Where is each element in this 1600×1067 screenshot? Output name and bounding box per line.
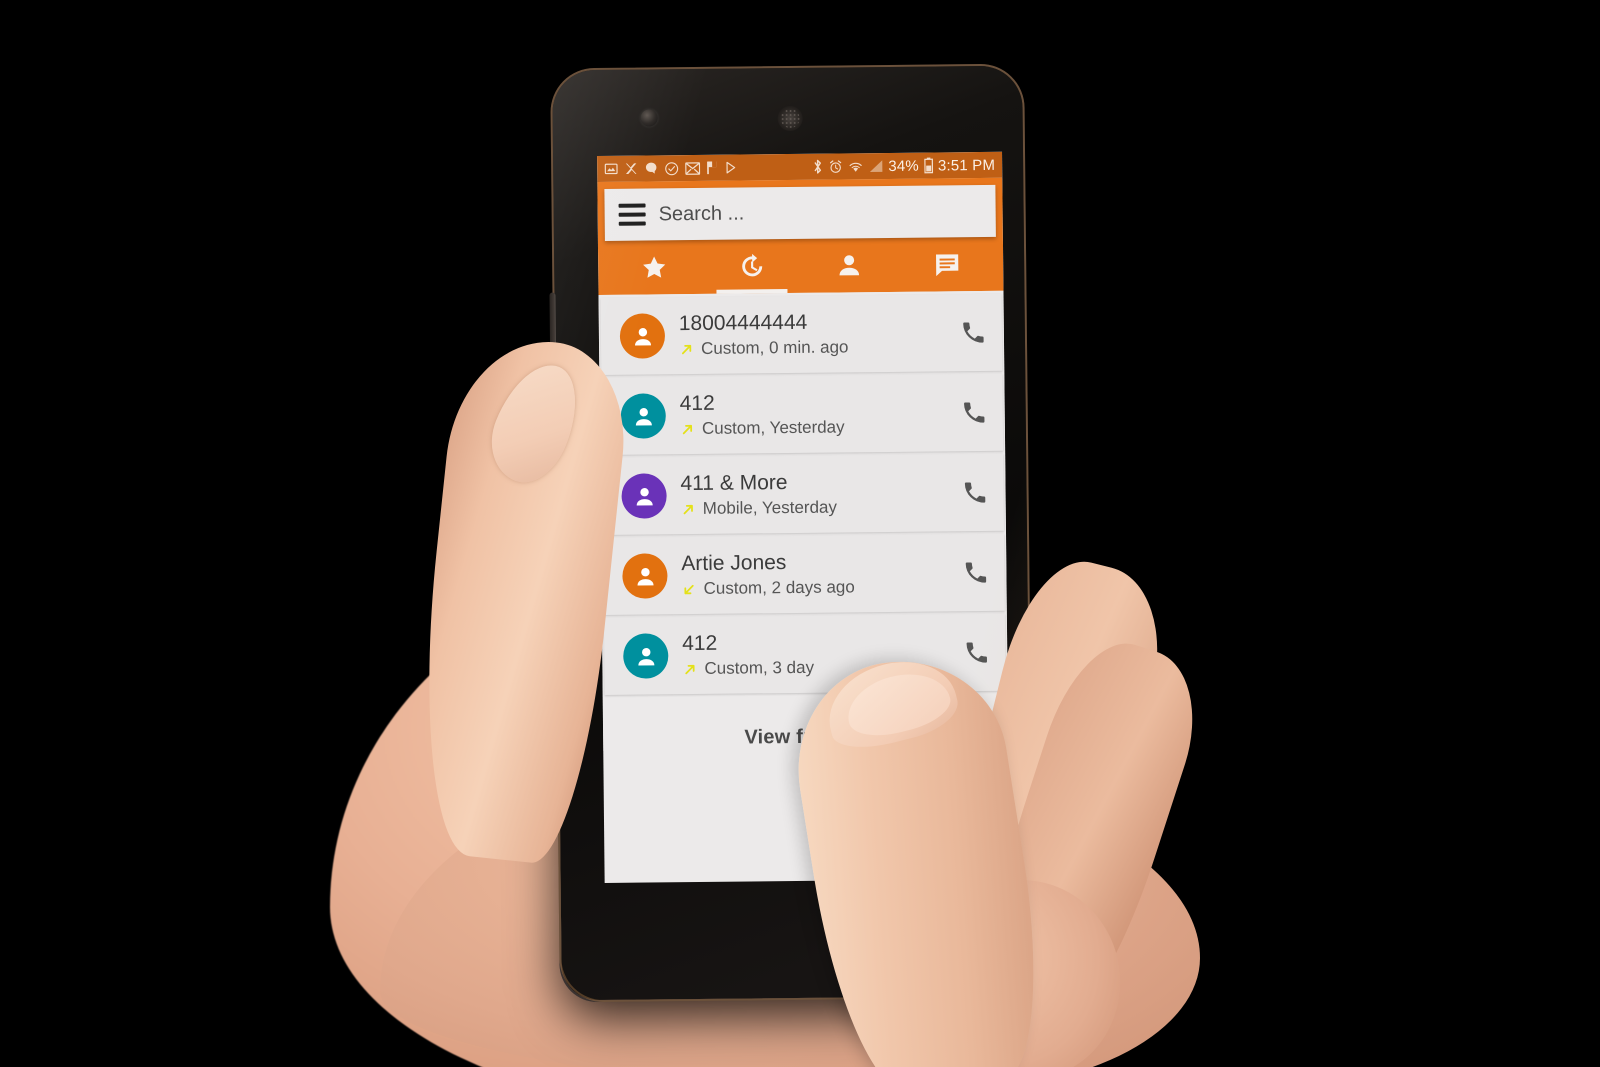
- scene: 34% 3:51 PM Search ... 18004444444 Custo…: [0, 0, 1600, 1067]
- contact-name: 411 & More: [680, 470, 788, 495]
- call-detail: Custom, Yesterday: [701, 417, 845, 439]
- play-store-icon: [724, 161, 738, 175]
- avatar: [621, 473, 667, 519]
- phone-icon[interactable]: [945, 399, 1003, 427]
- email-icon: [685, 161, 701, 175]
- phone-icon[interactable]: [944, 319, 1002, 347]
- table-row[interactable]: 18004444444 Custom, 0 min. ago: [600, 293, 1003, 375]
- row-text: 412 Custom, 3 day: [682, 629, 947, 679]
- tab-favorites[interactable]: [605, 240, 703, 295]
- tab-bar: [605, 237, 997, 295]
- wifi-icon: [848, 160, 863, 173]
- phone-icon[interactable]: [947, 639, 1005, 667]
- row-text: 412 Custom, Yesterday: [680, 389, 945, 439]
- call-detail: Custom, 3 day: [704, 658, 815, 679]
- row-subtitle: Custom, 2 days ago: [681, 577, 946, 600]
- phone-icon[interactable]: [946, 559, 1004, 587]
- call-detail: Custom, 2 days ago: [703, 577, 855, 599]
- row-subtitle: Mobile, Yesterday: [681, 497, 946, 520]
- incoming-call-arrow-icon: [682, 582, 697, 597]
- chat-bubble-icon: [644, 161, 658, 175]
- menu-icon[interactable]: [605, 203, 659, 226]
- table-row[interactable]: 412 Custom, 3 day: [603, 613, 1006, 695]
- contact-name: 18004444444: [678, 310, 808, 335]
- row-subtitle: Custom, 0 min. ago: [679, 337, 944, 360]
- outgoing-call-arrow-icon: [682, 662, 697, 677]
- outgoing-call-arrow-icon: [680, 422, 695, 437]
- row-text: 411 & More Mobile, Yesterday: [680, 469, 945, 519]
- call-detail: Mobile, Yesterday: [702, 497, 838, 519]
- battery-icon: [923, 157, 933, 174]
- outgoing-call-arrow-icon: [681, 502, 696, 517]
- call-detail: Custom, 0 min. ago: [700, 337, 849, 359]
- flag-icon: [706, 161, 718, 175]
- contact-name: 412: [682, 631, 718, 655]
- screenshot-icon: [604, 162, 618, 176]
- hangouts-icon: [624, 162, 638, 176]
- avatar: [622, 553, 668, 599]
- tab-contacts[interactable]: [800, 238, 898, 293]
- phone-device: 34% 3:51 PM Search ... 18004444444 Custo…: [549, 63, 1034, 1003]
- call-log-list: 18004444444 Custom, 0 min. ago 412 Custo…: [598, 290, 1009, 751]
- volume-button[interactable]: [549, 292, 557, 353]
- search-input[interactable]: Search ...: [659, 202, 745, 226]
- avatar: [619, 313, 666, 359]
- battery-percent-label: 34%: [888, 157, 919, 175]
- cellular-signal-icon: [868, 159, 883, 173]
- message-icon: [933, 250, 961, 278]
- search-bar[interactable]: Search ...: [604, 184, 996, 241]
- front-camera-icon: [640, 109, 658, 127]
- status-bar-system: 34% 3:51 PM: [812, 156, 995, 175]
- contact-name: Artie Jones: [681, 550, 787, 575]
- person-icon: [835, 251, 863, 279]
- row-subtitle: Custom, 3 day: [682, 657, 947, 680]
- view-full-call-history-link[interactable]: View full call: [603, 694, 1009, 751]
- clock-label: 3:51 PM: [937, 156, 996, 174]
- outgoing-call-arrow-icon: [679, 342, 694, 357]
- table-row[interactable]: Artie Jones Custom, 2 days ago: [603, 533, 1005, 615]
- tab-recents[interactable]: [703, 239, 801, 294]
- history-icon: [737, 251, 767, 281]
- alarm-icon: [828, 159, 843, 174]
- phone-icon[interactable]: [945, 479, 1003, 507]
- star-icon: [640, 253, 668, 281]
- row-subtitle: Custom, Yesterday: [680, 417, 945, 440]
- avatar: [620, 393, 667, 439]
- table-row[interactable]: 412 Custom, Yesterday: [601, 373, 1004, 455]
- table-row[interactable]: 411 & More Mobile, Yesterday: [602, 453, 1004, 535]
- status-bar-notifications: [604, 159, 812, 176]
- check-circle-icon: [664, 161, 679, 176]
- bluetooth-icon: [812, 159, 823, 175]
- earpiece-icon: [777, 105, 803, 132]
- phone-screen: 34% 3:51 PM Search ... 18004444444 Custo…: [597, 151, 1010, 883]
- row-text: Artie Jones Custom, 2 days ago: [681, 549, 946, 599]
- app-bar: Search ...: [597, 177, 1004, 296]
- contact-name: 412: [679, 391, 715, 415]
- dialpad-fab-button[interactable]: [928, 756, 992, 820]
- tab-messages[interactable]: [898, 237, 996, 292]
- row-text: 18004444444 Custom, 0 min. ago: [679, 309, 944, 359]
- avatar: [623, 633, 669, 679]
